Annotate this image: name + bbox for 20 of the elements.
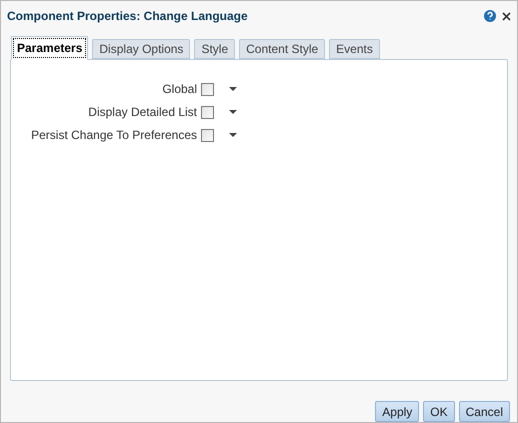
dialog-title: Component Properties: Change Language [7,8,249,25]
field-label: Persist Change To Preferences [30,127,197,144]
dialog-button[interactable]: Apply [375,401,420,422]
dialog-button[interactable]: Cancel [458,401,510,422]
dialog-button[interactable]: OK [423,401,455,422]
dropdown-caret-icon[interactable] [229,133,237,137]
dropdown-caret-icon[interactable] [229,110,237,114]
tab[interactable]: Style [194,39,236,59]
tab[interactable]: Content Style [239,39,326,59]
checkbox[interactable] [201,106,214,118]
help-icon[interactable] [484,10,496,22]
field-label: Global [161,81,197,98]
tab[interactable]: Events [329,39,380,59]
tab[interactable]: Parameters [11,36,88,60]
field-label: Display Detailed List [87,104,197,121]
close-icon[interactable] [502,12,511,20]
checkbox[interactable] [201,128,214,142]
dropdown-caret-icon[interactable] [229,87,237,91]
checkbox[interactable] [201,82,214,96]
tab[interactable]: Display Options [92,39,190,59]
